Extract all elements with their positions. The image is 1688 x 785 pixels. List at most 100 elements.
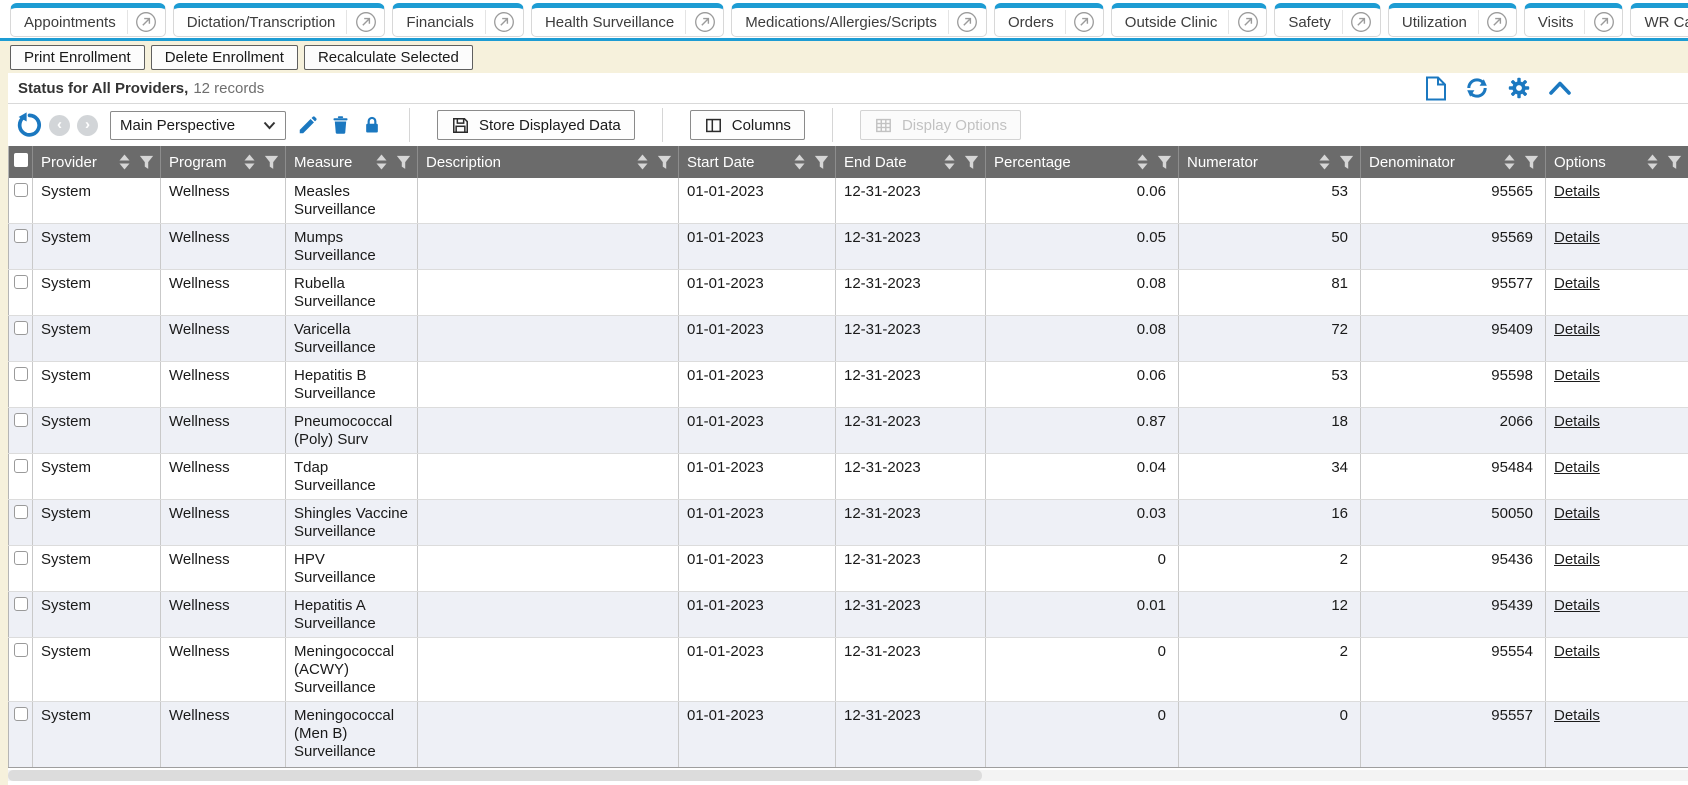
column-header-denominator[interactable]: Denominator [1361,146,1546,178]
column-header-start-date[interactable]: Start Date [679,146,836,178]
details-link[interactable]: Details [1554,367,1600,384]
sort-icon[interactable] [636,154,649,170]
sort-icon[interactable] [943,154,956,170]
collapse-chevron-icon[interactable] [1548,79,1572,97]
filter-icon[interactable] [1524,155,1539,170]
details-link[interactable]: Details [1554,321,1600,338]
row-checkbox[interactable] [14,707,28,721]
lock-icon[interactable] [362,114,382,136]
popout-icon[interactable] [1229,8,1266,36]
columns-button[interactable]: Columns [690,110,805,140]
details-link[interactable]: Details [1554,459,1600,476]
popout-icon[interactable] [1479,8,1516,36]
details-link[interactable]: Details [1554,183,1600,200]
tab-financials[interactable]: Financials [392,3,524,37]
tab-wr-case-mgmt[interactable]: WR Case Mgmt [1630,3,1688,37]
undo-icon[interactable] [16,112,42,138]
popout-icon[interactable] [686,8,723,36]
back-arrow-icon[interactable]: ‹ [49,115,70,136]
filter-icon[interactable] [814,155,829,170]
filter-icon[interactable] [139,155,154,170]
print-enrollment-button[interactable]: Print Enrollment [10,45,145,70]
delete-enrollment-button[interactable]: Delete Enrollment [151,45,298,70]
filter-icon[interactable] [396,155,411,170]
row-checkbox[interactable] [14,275,28,289]
row-checkbox[interactable] [14,413,28,427]
sort-icon[interactable] [1503,154,1516,170]
cell-denominator: 95557 [1361,702,1546,768]
column-header-options[interactable]: Options [1546,146,1688,178]
sort-icon[interactable] [243,154,256,170]
row-checkbox[interactable] [14,505,28,519]
filter-icon[interactable] [264,155,279,170]
filter-icon[interactable] [1667,155,1682,170]
column-header-provider[interactable]: Provider [33,146,161,178]
popout-icon[interactable] [1066,8,1103,36]
row-checkbox[interactable] [14,321,28,335]
tab-safety[interactable]: Safety [1274,3,1381,37]
edit-pencil-icon[interactable] [297,114,319,136]
popout-icon[interactable] [128,8,165,36]
row-checkbox[interactable] [14,367,28,381]
perspective-select[interactable]: Main Perspective [110,111,286,140]
filter-icon[interactable] [657,155,672,170]
sort-icon[interactable] [118,154,131,170]
cell-end-date: 12-31-2023 [836,362,986,408]
details-link[interactable]: Details [1554,707,1600,724]
column-header-numerator[interactable]: Numerator [1179,146,1361,178]
sort-icon[interactable] [1136,154,1149,170]
details-link[interactable]: Details [1554,413,1600,430]
display-options-button[interactable]: Display Options [860,110,1021,140]
details-link[interactable]: Details [1554,275,1600,292]
details-link[interactable]: Details [1554,551,1600,568]
details-link[interactable]: Details [1554,643,1600,660]
tab-appointments[interactable]: Appointments [10,3,166,37]
row-select-cell [9,546,33,592]
row-checkbox[interactable] [14,183,28,197]
popout-icon[interactable] [1343,8,1380,36]
horizontal-scrollbar[interactable] [8,770,1688,781]
store-displayed-data-button[interactable]: Store Displayed Data [437,110,635,140]
refresh-icon[interactable] [1464,76,1490,100]
sort-icon[interactable] [1318,154,1331,170]
column-header-program[interactable]: Program [161,146,286,178]
cell-description [418,702,679,768]
recalculate-selected-button[interactable]: Recalculate Selected [304,45,473,70]
scrollbar-thumb[interactable] [8,770,982,781]
tab-outside-clinic[interactable]: Outside Clinic [1111,3,1268,37]
row-checkbox[interactable] [14,643,28,657]
tab-visits[interactable]: Visits [1524,3,1624,37]
popout-icon[interactable] [949,8,986,36]
row-checkbox[interactable] [14,229,28,243]
details-link[interactable]: Details [1554,505,1600,522]
settings-gear-icon[interactable] [1507,76,1531,100]
row-checkbox[interactable] [14,459,28,473]
popout-icon[interactable] [347,8,384,36]
tab-dictation-transcription[interactable]: Dictation/Transcription [173,3,386,37]
cell-start-date: 01-01-2023 [679,224,836,270]
column-header-description[interactable]: Description [418,146,679,178]
popout-icon[interactable] [1585,8,1622,36]
sort-icon[interactable] [1646,154,1659,170]
popout-icon[interactable] [486,8,523,36]
tab-medications-allergies-scripts[interactable]: Medications/Allergies/Scripts [731,3,987,37]
tab-utilization[interactable]: Utilization [1388,3,1517,37]
tab-orders[interactable]: Orders [994,3,1104,37]
filter-icon[interactable] [1157,155,1172,170]
column-header-end-date[interactable]: End Date [836,146,986,178]
trash-icon[interactable] [330,114,351,136]
column-header-measure[interactable]: Measure [286,146,418,178]
details-link[interactable]: Details [1554,229,1600,246]
details-link[interactable]: Details [1554,597,1600,614]
forward-arrow-icon[interactable]: › [77,115,98,136]
column-header-percentage[interactable]: Percentage [986,146,1179,178]
row-checkbox[interactable] [14,551,28,565]
row-checkbox[interactable] [14,597,28,611]
filter-icon[interactable] [1339,155,1354,170]
tab-health-surveillance[interactable]: Health Surveillance [531,3,724,37]
filter-icon[interactable] [964,155,979,170]
select-all-checkbox[interactable] [14,153,28,167]
new-document-icon[interactable] [1425,76,1447,101]
sort-icon[interactable] [793,154,806,170]
sort-icon[interactable] [375,154,388,170]
